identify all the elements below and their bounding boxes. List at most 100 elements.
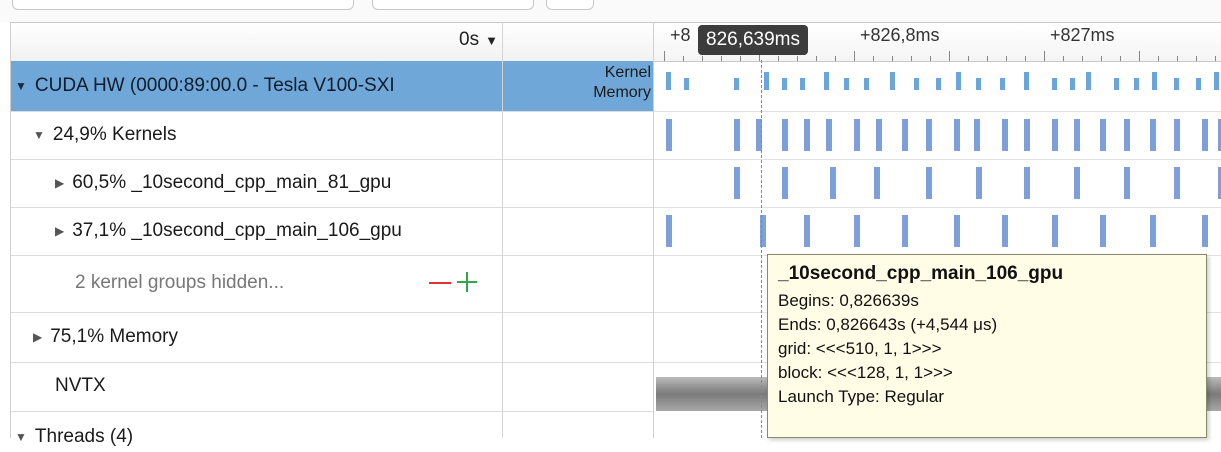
kernel-bar[interactable]: [782, 119, 788, 151]
cuda-hw-label: CUDA HW (0000:89:00.0 - Tesla V100-SXI: [34, 75, 395, 96]
kernel-bar[interactable]: [954, 119, 960, 151]
hw-activity-marker[interactable]: [666, 72, 671, 90]
kernel-bar[interactable]: [1174, 119, 1180, 151]
kernel-bar-main81[interactable]: [830, 167, 836, 199]
hw-activity-marker[interactable]: [800, 78, 805, 90]
column-separator[interactable]: [502, 22, 503, 438]
hw-activity-marker[interactable]: [1114, 78, 1119, 90]
tooltip-begins: Begins: 0,826639s: [778, 291, 919, 310]
kernel-bar-main106[interactable]: [902, 215, 908, 247]
collapsed-triangle-icon[interactable]: ▶: [33, 330, 42, 344]
expanded-triangle-icon[interactable]: ▼: [15, 430, 27, 444]
tree-row-main81[interactable]: ▶ 60,5% _10second_cpp_main_81_gpu: [11, 160, 653, 208]
expanded-triangle-icon[interactable]: ▼: [33, 128, 45, 142]
ruler-tick: [816, 56, 817, 61]
tree-row-kernels[interactable]: ▼ 24,9% Kernels: [11, 112, 653, 160]
kernel-bar-main81[interactable]: [734, 167, 740, 199]
hw-activity-marker[interactable]: [976, 78, 981, 90]
tree-row-memory[interactable]: ▶ 75,1% Memory: [11, 313, 653, 363]
hw-activity-marker[interactable]: [764, 72, 769, 90]
kernel-bar-main81[interactable]: [1124, 167, 1130, 199]
kernel-bar-main106[interactable]: [854, 215, 860, 247]
hw-activity-marker[interactable]: [782, 78, 787, 90]
hw-activity-marker[interactable]: [1174, 78, 1179, 90]
kernel-bar[interactable]: [1150, 119, 1156, 151]
kernel-bar-main106[interactable]: [1002, 215, 1008, 247]
kernel-bar[interactable]: [1024, 119, 1030, 151]
hw-activity-marker[interactable]: [956, 72, 961, 90]
toolbar-tab[interactable]: [546, 0, 594, 10]
kernel-tooltip: _10second_cpp_main_106_gpu Begins: 0,826…: [767, 254, 1207, 438]
kernel-bar[interactable]: [1074, 119, 1080, 151]
time-ruler[interactable]: +8 +826,8ms +827ms 826,639ms: [654, 22, 1221, 62]
kernel-bar[interactable]: [734, 119, 740, 151]
kernel-legend-label: Kernel: [604, 64, 651, 81]
collapsed-triangle-icon[interactable]: ▶: [55, 224, 64, 238]
kernel-bar-main81[interactable]: [1074, 167, 1080, 199]
kernel-bar-main81[interactable]: [926, 167, 932, 199]
kernel-bar[interactable]: [876, 119, 882, 151]
kernel-bar[interactable]: [1002, 119, 1008, 151]
kernel-bar[interactable]: [1202, 119, 1208, 151]
cursor-time-tooltip: 826,639ms: [698, 25, 809, 55]
hw-activity-marker[interactable]: [864, 78, 869, 90]
ruler-tick: [949, 51, 950, 61]
kernel-bar-main106[interactable]: [1052, 215, 1058, 247]
expand-plus-icon[interactable]: [457, 272, 477, 292]
track-divider: [654, 207, 1221, 208]
timeline-tree-panel: 0s ▼ ▼ CUDA HW (0000:89:00.0 - Tesla V10…: [10, 22, 653, 447]
kernel-bar-main81[interactable]: [782, 167, 788, 199]
hw-activity-marker[interactable]: [914, 78, 919, 90]
hidden-groups-label: 2 kernel groups hidden...: [75, 272, 285, 293]
main106-label: 37,1% _10second_cpp_main_106_gpu: [72, 220, 402, 241]
kernel-bar[interactable]: [926, 119, 932, 151]
kernel-bar[interactable]: [854, 119, 860, 151]
kernel-bar[interactable]: [826, 119, 832, 151]
kernel-bar-main81[interactable]: [1174, 167, 1180, 199]
hw-activity-marker[interactable]: [1000, 78, 1005, 90]
hw-activity-marker[interactable]: [1024, 72, 1029, 90]
hw-activity-marker[interactable]: [684, 78, 689, 90]
kernel-bar[interactable]: [666, 119, 672, 151]
kernel-bar[interactable]: [1052, 119, 1058, 151]
hw-activity-marker[interactable]: [1134, 78, 1139, 90]
tree-row-nvtx[interactable]: NVTX: [11, 363, 653, 412]
ruler-label-first: +8: [670, 25, 691, 45]
hw-activity-marker[interactable]: [1070, 78, 1075, 90]
collapse-minus-icon[interactable]: [429, 282, 451, 284]
kernel-bar-main106[interactable]: [1202, 215, 1208, 247]
kernel-bar-main106[interactable]: [1150, 215, 1156, 247]
hw-activity-marker[interactable]: [936, 78, 941, 90]
kernel-bar-main106[interactable]: [804, 215, 810, 247]
kernel-bar-main81[interactable]: [976, 167, 982, 199]
kernel-bar[interactable]: [902, 119, 908, 151]
toolbar-tab[interactable]: [12, 0, 354, 10]
time-offset-dropdown[interactable]: 0s ▼: [459, 29, 498, 51]
kernel-bar-main106[interactable]: [666, 215, 672, 247]
kernel-bar[interactable]: [1100, 119, 1106, 151]
hw-activity-marker[interactable]: [1152, 72, 1157, 90]
toolbar-tab[interactable]: [372, 0, 534, 10]
kernel-bar-main106[interactable]: [1100, 215, 1106, 247]
kernel-bar[interactable]: [804, 119, 810, 151]
hw-activity-marker[interactable]: [890, 72, 895, 90]
hw-activity-marker[interactable]: [734, 78, 739, 90]
hw-activity-marker[interactable]: [824, 72, 829, 90]
collapsed-triangle-icon[interactable]: ▶: [55, 176, 64, 190]
hw-activity-marker[interactable]: [844, 78, 849, 90]
tree-row-cuda-hw[interactable]: ▼ CUDA HW (0000:89:00.0 - Tesla V100-SXI…: [11, 61, 653, 112]
kernel-bar-main81[interactable]: [1024, 167, 1030, 199]
hw-activity-marker[interactable]: [1086, 72, 1091, 90]
tree-row-main106[interactable]: ▶ 37,1% _10second_cpp_main_106_gpu: [11, 208, 653, 256]
tree-row-threads[interactable]: ▼ Threads (4): [11, 412, 653, 452]
hw-activity-marker[interactable]: [1214, 72, 1219, 90]
cursor-line: [761, 60, 762, 438]
hw-activity-marker[interactable]: [1052, 78, 1057, 90]
expanded-triangle-icon[interactable]: ▼: [15, 79, 27, 93]
kernel-bar-main106[interactable]: [954, 215, 960, 247]
tooltip-launch-type: Launch Type: Regular: [778, 387, 945, 406]
kernel-bar[interactable]: [974, 119, 980, 151]
kernel-bar-main81[interactable]: [874, 167, 880, 199]
kernel-bar[interactable]: [1124, 119, 1130, 151]
hw-activity-marker[interactable]: [1196, 78, 1201, 90]
